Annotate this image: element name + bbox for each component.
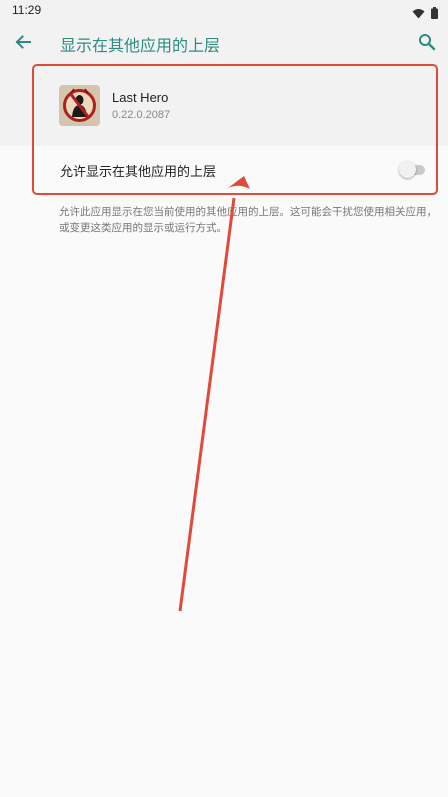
battery-icon xyxy=(431,4,438,23)
status-time: 11:29 xyxy=(12,3,42,17)
app-icon xyxy=(59,85,100,126)
app-info-header: Last Hero 0.22.0.2087 xyxy=(0,66,448,146)
allow-overlay-label: 允许显示在其他应用的上层 xyxy=(60,165,217,180)
switch-thumb xyxy=(399,161,416,178)
status-bar: 11:29 xyxy=(0,0,448,22)
wifi-icon xyxy=(412,4,425,23)
app-bar: 显示在其他应用的上层 xyxy=(0,22,448,66)
status-icons xyxy=(412,4,438,23)
search-icon xyxy=(418,33,436,55)
allow-overlay-switch[interactable] xyxy=(399,161,425,178)
search-button[interactable] xyxy=(414,31,440,57)
page-title: 显示在其他应用的上层 xyxy=(60,36,221,55)
setting-description: 允许此应用显示在您当前使用的其他应用的上层。这可能会干扰您使用相关应用，或变更这… xyxy=(59,206,437,234)
back-arrow-icon xyxy=(14,33,32,55)
app-name: Last Hero xyxy=(112,90,169,105)
back-button[interactable] xyxy=(10,31,36,57)
app-version: 0.22.0.2087 xyxy=(112,109,171,121)
allow-overlay-setting-row[interactable]: 允许显示在其他应用的上层 xyxy=(0,146,448,194)
